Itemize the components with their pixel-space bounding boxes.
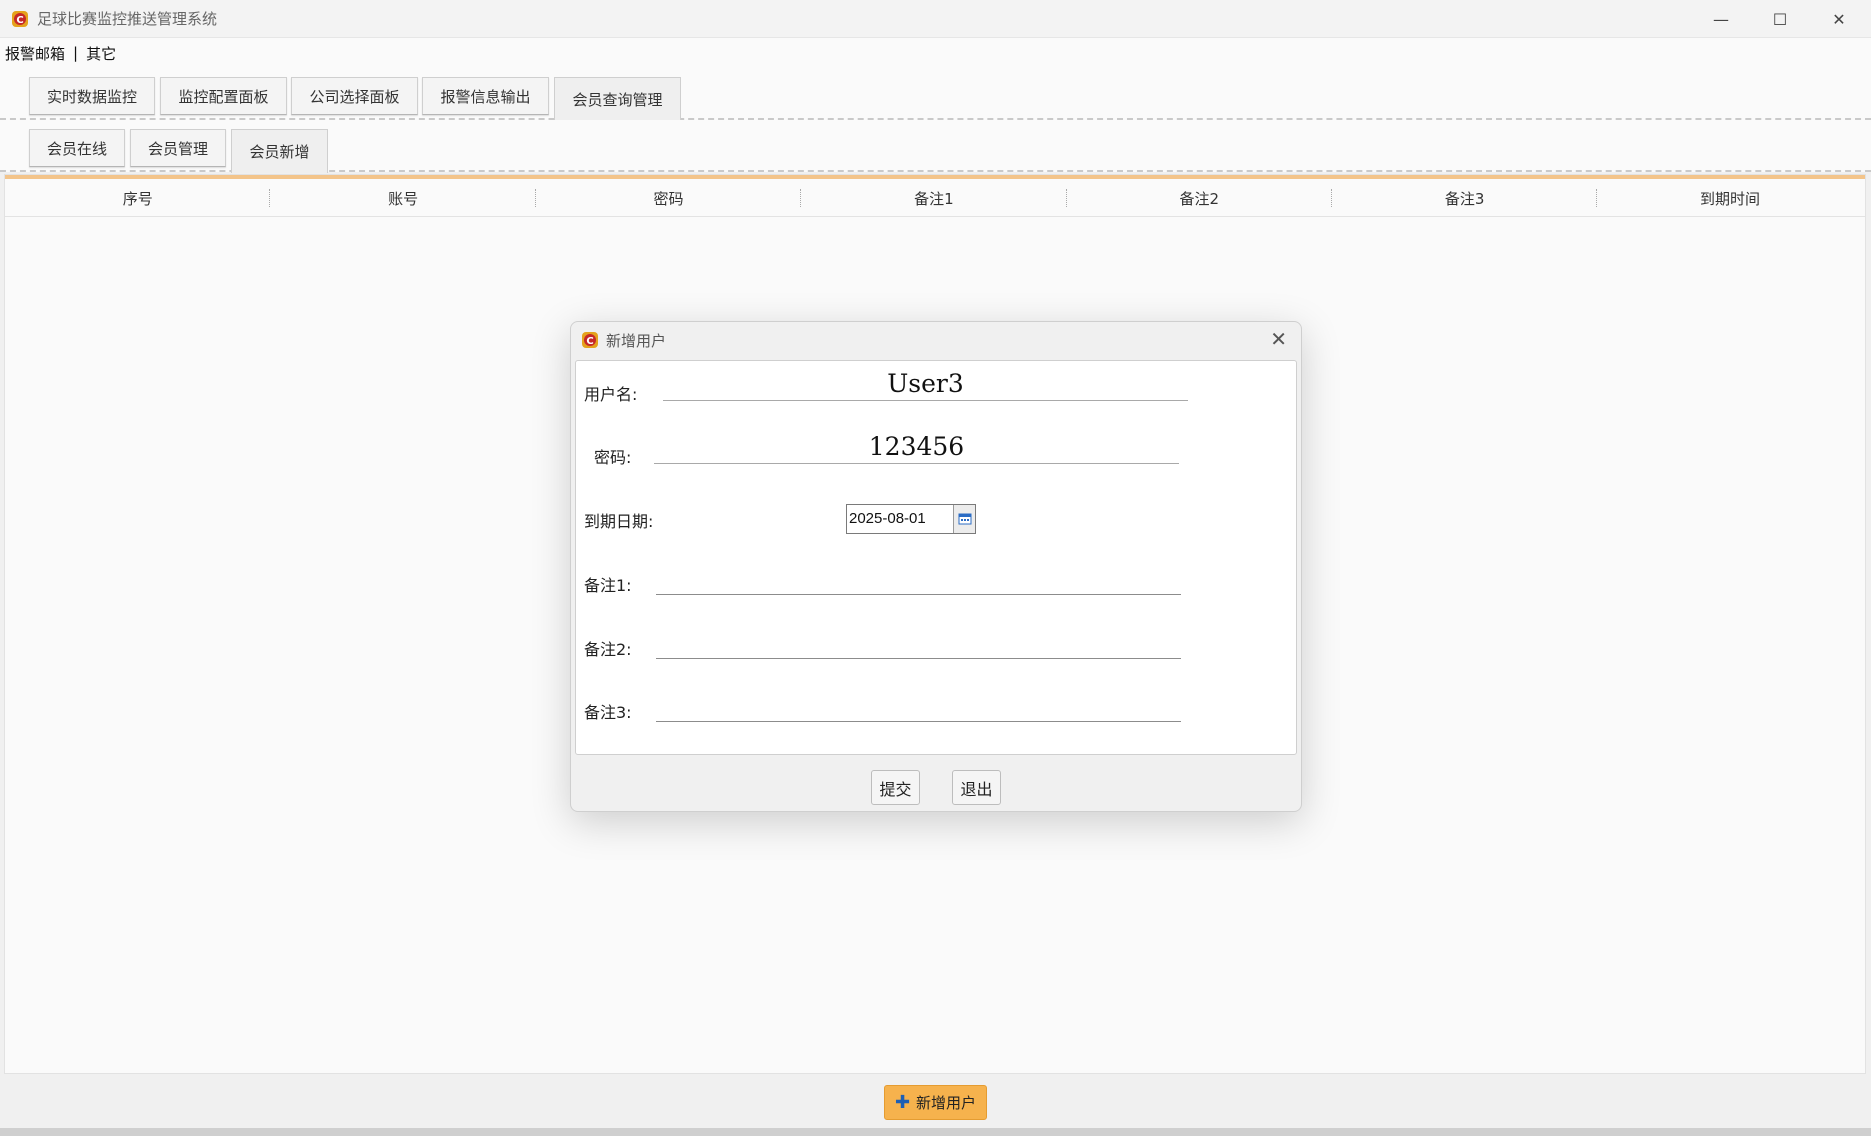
column-header-index[interactable]: 序号 xyxy=(5,179,271,217)
column-header-account[interactable]: 账号 xyxy=(270,179,537,217)
column-header-expiry[interactable]: 到期时间 xyxy=(1597,179,1862,217)
tab-members-online[interactable]: 会员在线 xyxy=(29,129,125,167)
menu-separator: | xyxy=(73,44,79,62)
window-title: 足球比赛监控推送管理系统 xyxy=(37,10,218,28)
expiry-date-picker[interactable]: 2025-08-01 xyxy=(846,504,976,534)
app-logo-icon: C xyxy=(12,11,28,27)
tab-monitor-config[interactable]: 监控配置面板 xyxy=(160,77,287,115)
main-tab-strip: 实时数据监控 监控配置面板 公司选择面板 报警信息输出 会员查询管理 xyxy=(0,68,1871,121)
dialog-title: 新增用户 xyxy=(606,332,667,350)
svg-text:C: C xyxy=(16,15,23,26)
password-input[interactable]: 123456 xyxy=(654,430,1179,464)
column-header-note1[interactable]: 备注1 xyxy=(801,179,1067,217)
column-header-note3[interactable]: 备注3 xyxy=(1332,179,1598,217)
username-label: 用户名: xyxy=(584,385,638,404)
tab-company-select[interactable]: 公司选择面板 xyxy=(291,77,418,115)
close-window-icon[interactable]: ✕ xyxy=(1810,0,1868,38)
bottom-bar: ✚ 新增用户 xyxy=(0,1076,1871,1128)
tab-member-query[interactable]: 会员查询管理 xyxy=(554,77,681,121)
horizontal-scrollbar[interactable] xyxy=(0,1128,1871,1136)
column-header-note2[interactable]: 备注2 xyxy=(1067,179,1333,217)
password-label: 密码: xyxy=(594,448,632,467)
sub-tab-strip: 会员在线 会员管理 会员新增 xyxy=(0,120,1871,173)
plus-icon: ✚ xyxy=(894,1091,911,1113)
minimize-icon[interactable]: — xyxy=(1692,0,1750,38)
submit-button[interactable]: 提交 xyxy=(871,770,920,805)
add-user-dialog: C 新增用户 ✕ 用户名: User3 密码: 123456 到期日期: 202… xyxy=(570,321,1302,812)
dialog-title-bar: C 新增用户 ✕ xyxy=(571,322,1301,358)
note2-label: 备注2: xyxy=(584,640,632,659)
tab-member-add[interactable]: 会员新增 xyxy=(231,129,328,173)
dialog-close-icon[interactable]: ✕ xyxy=(1270,327,1287,351)
add-user-label: 新增用户 xyxy=(916,1094,977,1112)
note3-input[interactable] xyxy=(656,688,1181,722)
expiry-label: 到期日期: xyxy=(584,512,654,531)
menu-item-alarm-email[interactable]: 报警邮箱 xyxy=(5,43,65,64)
table-header: 序号 账号 密码 备注1 备注2 备注3 到期时间 xyxy=(5,179,1865,217)
exit-button[interactable]: 退出 xyxy=(952,770,1001,805)
dialog-logo-icon: C xyxy=(582,332,598,348)
menu-bar: 报警邮箱 | 其它 xyxy=(0,38,1871,68)
maximize-icon[interactable]: ☐ xyxy=(1751,0,1809,38)
calendar-icon[interactable] xyxy=(953,505,975,533)
note3-label: 备注3: xyxy=(584,703,632,722)
expiry-date-value[interactable]: 2025-08-01 xyxy=(847,505,953,533)
note1-label: 备注1: xyxy=(584,576,632,595)
tab-alarm-output[interactable]: 报警信息输出 xyxy=(422,77,549,115)
dialog-form-panel: 用户名: User3 密码: 123456 到期日期: 2025-08-01 备… xyxy=(575,360,1297,755)
tab-member-manage[interactable]: 会员管理 xyxy=(130,129,226,167)
svg-text:C: C xyxy=(586,336,593,347)
column-header-password[interactable]: 密码 xyxy=(536,179,802,217)
title-bar: C 足球比赛监控推送管理系统 — ☐ ✕ xyxy=(0,0,1871,38)
note2-input[interactable] xyxy=(656,625,1181,659)
note1-input[interactable] xyxy=(656,561,1181,595)
tab-realtime-monitor[interactable]: 实时数据监控 xyxy=(29,77,155,115)
menu-item-other[interactable]: 其它 xyxy=(86,43,116,64)
add-user-button[interactable]: ✚ 新增用户 xyxy=(884,1085,987,1120)
username-input[interactable]: User3 xyxy=(663,367,1188,401)
